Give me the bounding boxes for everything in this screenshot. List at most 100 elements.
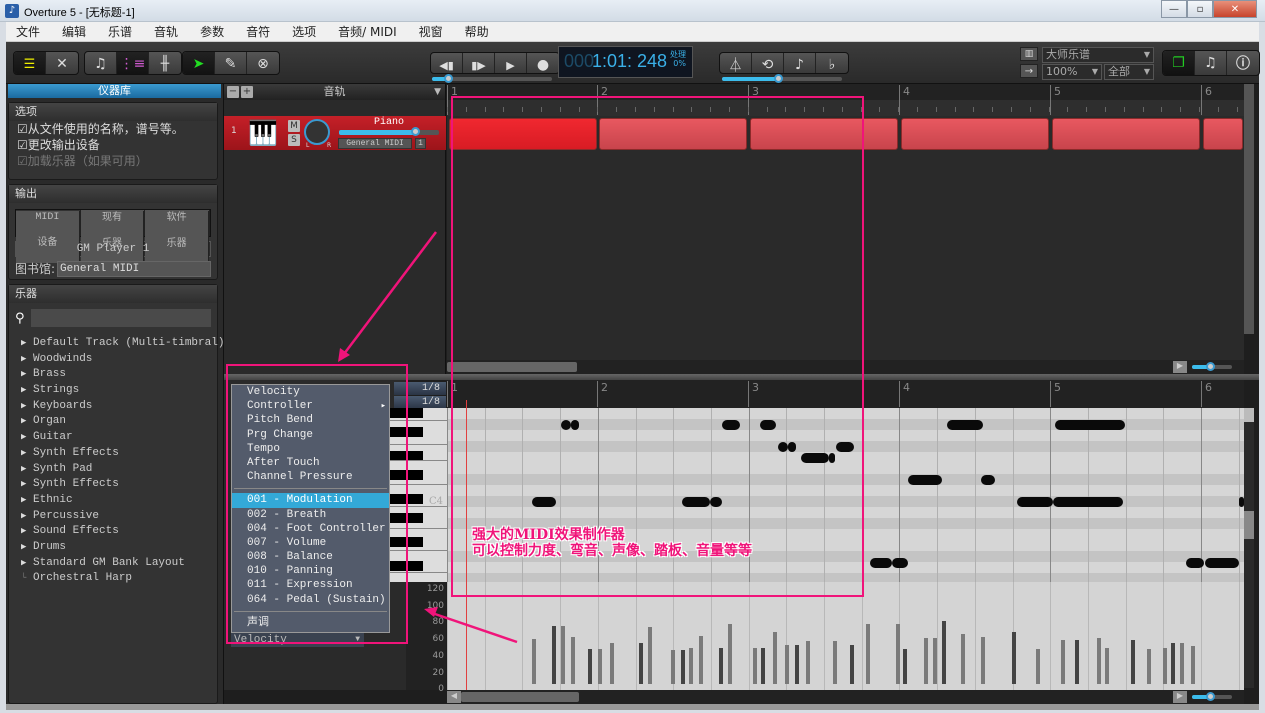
record-button[interactable]: ● <box>527 53 559 73</box>
loop-button[interactable]: ⟲ <box>752 53 784 73</box>
velocity-bar[interactable] <box>639 643 643 684</box>
velocity-bar[interactable] <box>1131 639 1135 684</box>
expand-triangle-icon[interactable]: ▶ <box>21 448 33 458</box>
menu-track[interactable]: 音轨 <box>154 23 178 40</box>
velocity-bar[interactable] <box>588 648 592 684</box>
instrument-category[interactable]: ▶ Percussive <box>21 510 217 526</box>
instrument-category[interactable]: ▶ Organ <box>21 415 217 431</box>
velocity-bar[interactable] <box>806 641 810 684</box>
velocity-pane[interactable] <box>447 582 1244 690</box>
midi-note[interactable] <box>892 558 908 568</box>
velocity-bar[interactable] <box>1147 649 1151 684</box>
velocity-bar[interactable] <box>1012 632 1016 684</box>
piano-roll-zoom-slider[interactable] <box>1192 692 1232 701</box>
solo-button[interactable]: S <box>288 134 300 146</box>
velocity-bar[interactable] <box>1036 649 1040 684</box>
track-volume-slider[interactable] <box>339 127 439 136</box>
tempo-slider[interactable] <box>722 74 842 83</box>
menu-file[interactable]: 文件 <box>16 23 40 40</box>
velocity-bar[interactable] <box>681 650 685 684</box>
playback-position-slider[interactable] <box>432 74 552 83</box>
velocity-bar[interactable] <box>1163 647 1167 684</box>
velocity-bar[interactable] <box>924 638 928 684</box>
arrange-vertical-scrollbar[interactable] <box>1244 84 1254 334</box>
expand-triangle-icon[interactable]: ▶ <box>21 495 33 505</box>
instrument-leaf[interactable]: └ Orchestral Harp <box>21 572 217 588</box>
mute-button[interactable]: M <box>288 120 300 132</box>
velocity-bar[interactable] <box>561 625 565 684</box>
velocity-bar[interactable] <box>598 648 602 684</box>
instrument-library-button[interactable]: ☰ <box>14 52 46 74</box>
instrument-category[interactable]: ▶ Sound Effects <box>21 525 217 541</box>
goto-button[interactable]: → <box>1020 64 1038 78</box>
instrument-category[interactable]: ▶ Ethnic <box>21 494 217 510</box>
velocity-bar[interactable] <box>896 624 900 684</box>
velocity-bar[interactable] <box>981 636 985 684</box>
tab-midi-device[interactable]: MIDI 设备 <box>16 210 81 263</box>
midi-note[interactable] <box>1017 497 1053 507</box>
velocity-bar[interactable] <box>785 644 789 684</box>
velocity-bar[interactable] <box>773 632 777 684</box>
expand-triangle-icon[interactable]: ▶ <box>21 542 33 552</box>
midi-note[interactable] <box>947 420 983 430</box>
menu-score[interactable]: 乐谱 <box>108 23 132 40</box>
velocity-bar[interactable] <box>903 648 907 684</box>
score-select[interactable]: 大师乐谱 ▼ <box>1042 47 1154 63</box>
piano-roll-horizontal-scrollbar[interactable]: ◀ ▶ <box>447 690 1244 704</box>
scroll-right-icon[interactable]: ▶ <box>1173 691 1187 703</box>
menu-help[interactable]: 帮助 <box>465 23 489 40</box>
pencil-tool-button[interactable]: ✎ <box>215 52 247 74</box>
midi-note[interactable] <box>1053 497 1123 507</box>
expand-triangle-icon[interactable]: ▶ <box>21 354 33 364</box>
velocity-bar[interactable] <box>728 624 732 684</box>
select-tool-button[interactable]: ➤ <box>183 52 215 74</box>
tempo-button[interactable]: ♭ <box>816 53 848 73</box>
use-file-names-checkbox[interactable]: ☑从文件使用的名称，谱号等。 <box>9 121 217 137</box>
expand-button[interactable]: + <box>241 86 253 98</box>
music-folder-button[interactable]: ♫ <box>1195 51 1227 75</box>
copy-pages-button[interactable]: ❐ <box>1163 51 1195 75</box>
instrument-category[interactable]: ▶ Drums <box>21 541 217 557</box>
velocity-bar[interactable] <box>866 624 870 684</box>
instrument-search-input[interactable] <box>30 309 211 327</box>
expand-triangle-icon[interactable]: ▶ <box>21 416 33 426</box>
velocity-bar[interactable] <box>761 647 765 684</box>
velocity-bar[interactable] <box>850 644 854 684</box>
expand-triangle-icon[interactable]: ▶ <box>21 511 33 521</box>
velocity-bar[interactable] <box>1075 639 1079 684</box>
velocity-bar[interactable] <box>961 633 965 684</box>
filter-select[interactable]: 全部 ▼ <box>1104 64 1154 80</box>
play-button[interactable]: ▶ <box>495 53 527 73</box>
velocity-bar[interactable] <box>795 644 799 684</box>
expand-triangle-icon[interactable]: ▶ <box>21 401 33 411</box>
midi-note[interactable] <box>1186 558 1204 568</box>
notation-button[interactable]: ♫ <box>85 52 117 74</box>
mixer-button[interactable]: ╫ <box>149 52 181 74</box>
scroll-thumb[interactable] <box>1244 511 1254 539</box>
change-output-checkbox[interactable]: ☑更改输出设备 <box>9 137 217 153</box>
expand-triangle-icon[interactable]: ▶ <box>21 369 33 379</box>
scroll-right-icon[interactable]: ▶ <box>1173 361 1187 373</box>
info-button[interactable]: ⓘ <box>1227 51 1259 75</box>
close-button[interactable]: ✕ <box>1213 0 1257 18</box>
velocity-bar[interactable] <box>610 643 614 684</box>
scroll-left-icon[interactable]: ◀ <box>447 691 461 703</box>
expand-triangle-icon[interactable]: ▶ <box>21 464 33 474</box>
expand-triangle-icon[interactable]: ▶ <box>21 526 33 536</box>
instrument-category[interactable]: ▶ Synth Effects <box>21 478 217 494</box>
midi-region[interactable] <box>1052 118 1200 150</box>
instrument-category[interactable]: ▶ Synth Effects <box>21 447 217 463</box>
track-name[interactable]: Piano <box>374 117 404 128</box>
midi-region[interactable] <box>901 118 1049 150</box>
velocity-bar[interactable] <box>942 621 946 684</box>
velocity-bar[interactable] <box>753 647 757 684</box>
velocity-bar[interactable] <box>719 647 723 684</box>
instrument-category[interactable]: ▶ Strings <box>21 384 217 400</box>
track-channel-field[interactable]: 1 <box>415 138 426 149</box>
instrument-category[interactable]: ▶ Synth Pad <box>21 463 217 479</box>
velocity-bar[interactable] <box>699 635 703 684</box>
menu-edit[interactable]: 编辑 <box>62 23 86 40</box>
tab-existing-instruments[interactable]: 现有乐器 <box>80 210 146 263</box>
velocity-bar[interactable] <box>532 639 536 684</box>
menu-audio-midi[interactable]: 音频/ MIDI <box>338 23 397 40</box>
